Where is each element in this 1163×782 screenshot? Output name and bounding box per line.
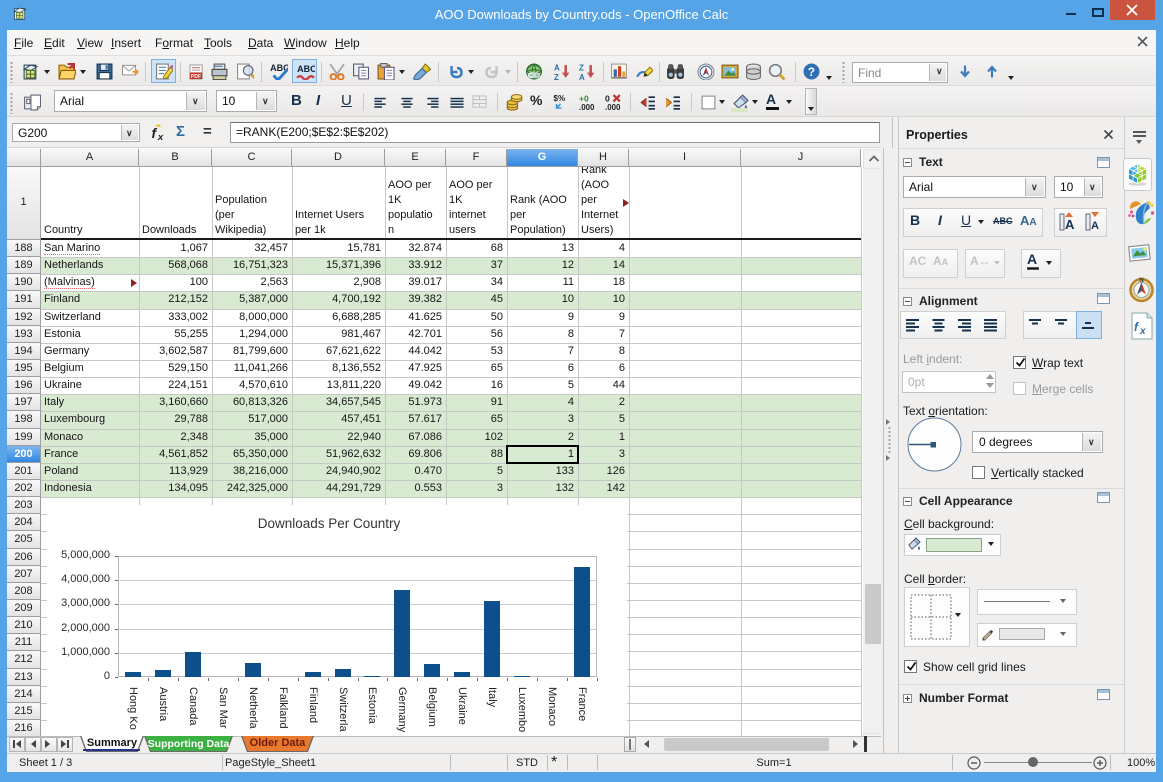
svg-text:Z: Z	[554, 73, 559, 80]
svg-text:Z: Z	[579, 63, 584, 72]
svg-text:A: A	[1065, 217, 1075, 232]
svg-text:A: A	[579, 73, 585, 80]
svg-text:ABC: ABC	[297, 64, 315, 74]
svg-text:A: A	[554, 63, 560, 72]
svg-text:N: N	[1139, 278, 1143, 284]
svg-text:f: f	[152, 125, 158, 141]
svg-text:x: x	[1139, 326, 1146, 337]
svg-text:.000: .000	[605, 103, 621, 111]
svg-text:PDF: PDF	[191, 74, 201, 80]
svg-text:x: x	[157, 132, 164, 141]
svg-text:?: ?	[808, 66, 815, 79]
svg-text:$%: $%	[554, 94, 566, 103]
svg-text:A: A	[1091, 220, 1099, 232]
svg-text:.000: .000	[579, 103, 595, 111]
